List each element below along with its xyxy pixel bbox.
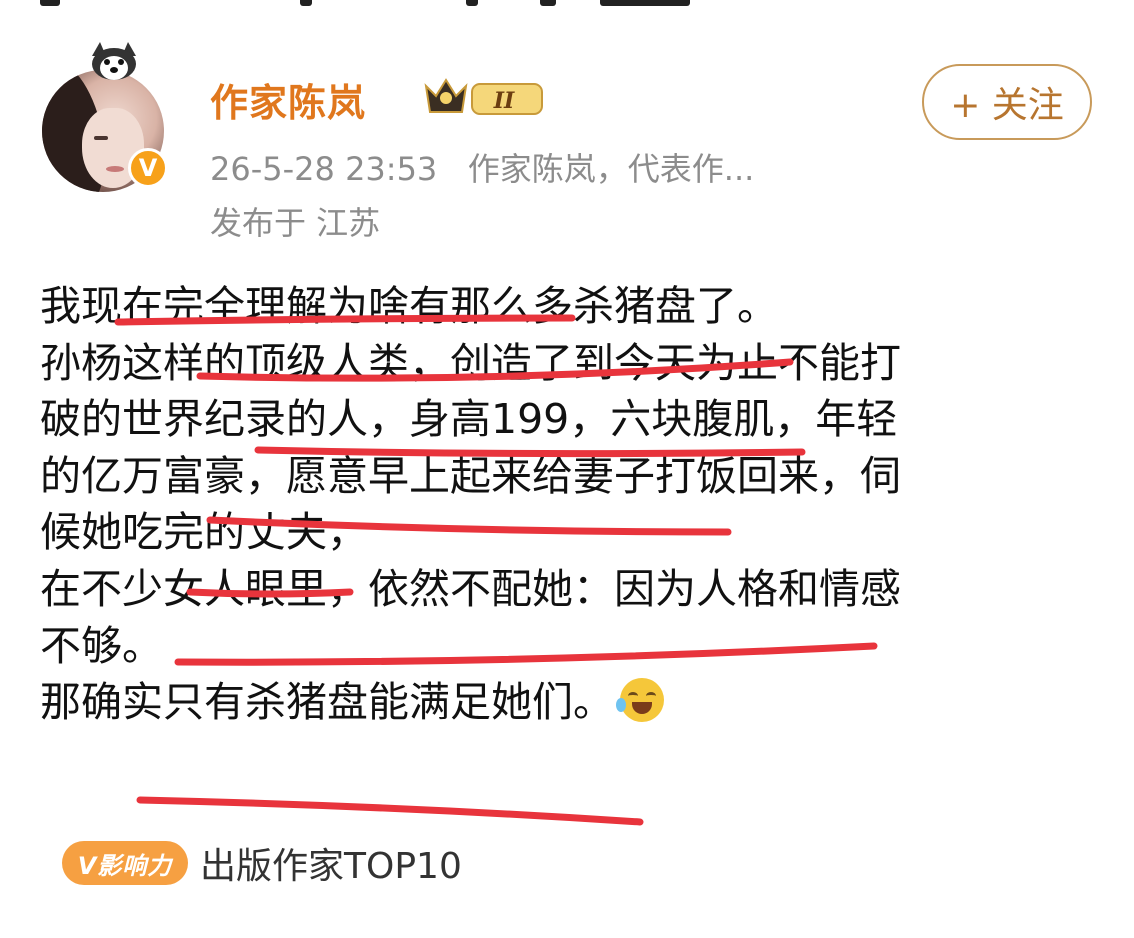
author-bio-snippet[interactable]: 作家陈岚，代表作... [468, 150, 755, 188]
influence-badge: V影响力 [62, 841, 188, 885]
post-meta: 26-5-28 23:53 作家陈岚，代表作... [210, 144, 754, 190]
cropped-top-edge [0, 0, 1134, 8]
follow-button[interactable]: + 关注 [922, 64, 1092, 140]
underline-stroke [136, 796, 644, 826]
post-line: 不够。 [40, 621, 163, 670]
post-line: 在不少女人眼里，依然不配她：因为人格和情感 [40, 564, 901, 613]
influence-row[interactable]: V影响力 出版作家TOP10 [62, 838, 462, 888]
husky-pendant-icon [92, 42, 136, 80]
post-body: 我现在完全理解为啥有那么多杀猪盘了。 孙杨这样的顶级人类，创造了到今天为止不能打… [40, 278, 1100, 731]
post-line: 候她吃完的丈夫， [40, 508, 368, 557]
post-line-last: 那确实只有杀猪盘能满足她们。 [40, 674, 1100, 731]
post-timestamp: 26-5-28 23:53 [210, 150, 438, 188]
post-line: 破的世界纪录的人，身高199，六块腹肌，年轻 [40, 395, 898, 444]
post-line: 我现在完全理解为啥有那么多杀猪盘了。 [40, 282, 778, 330]
verified-badge-icon: V [128, 148, 168, 188]
post-line-text: 那确实只有杀猪盘能满足她们。 [40, 678, 614, 727]
author-name[interactable]: 作家陈岚 [210, 72, 366, 127]
post-location: 发布于 江苏 [210, 204, 381, 242]
member-crown-badge-icon: II [424, 78, 543, 115]
laugh-cry-emoji-icon [616, 678, 664, 723]
influence-text: 出版作家TOP10 [200, 846, 462, 887]
post-line: 孙杨这样的顶级人类，创造了到今天为止不能打 [40, 338, 901, 387]
svg-text:II: II [493, 88, 515, 114]
post-line: 的亿万富豪，愿意早上起来给妻子打饭回来，伺 [40, 451, 901, 500]
